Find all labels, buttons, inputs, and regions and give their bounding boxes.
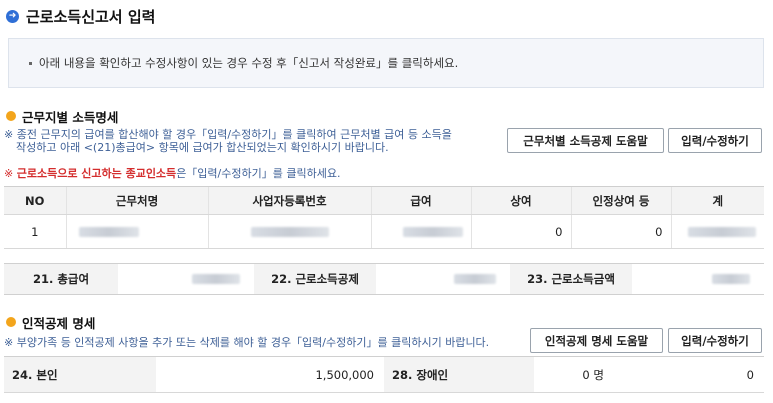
income-table: NO 근무처명 사업자등록번호 급여 상여 인정상여 등 계 1 0 0: [4, 186, 764, 249]
table-row: 24. 본인 1,500,000 28. 장애인 0 명 0: [4, 356, 764, 393]
arrow-right-icon: ➜: [6, 9, 19, 23]
cell-bonus: 0: [470, 214, 571, 249]
income-desc-line2: 작성하고 아래 <(21)총급여> 항목에 급여가 합산되었는지 확인하시기 바…: [16, 141, 389, 154]
section-title-text: 근무지별 소득명세: [22, 109, 119, 125]
col-header-bonus: 상여: [470, 186, 571, 215]
col-header-total: 계: [670, 186, 764, 215]
notice-box: 아래 내용을 확인하고 수정사항이 있는 경우 수정 후「신고서 작성완료」를 …: [8, 38, 764, 88]
redacted-gross-salary: [192, 274, 240, 284]
section-title-income: 근무지별 소득명세: [6, 108, 119, 125]
redacted-deduction: [454, 274, 496, 284]
disabled-count-unit: 명: [593, 367, 604, 382]
redacted-salary: [402, 227, 463, 237]
cell-workplace: [65, 214, 208, 249]
gross-salary-label: 21. 총급여: [4, 264, 118, 294]
cell-bizno: [207, 214, 371, 249]
redacted-income-amount: [712, 274, 750, 284]
redacted-workplace: [78, 227, 139, 237]
cell-total: [670, 214, 764, 249]
disabled-count: 0 명: [534, 356, 614, 393]
bullet-icon: [29, 61, 32, 65]
income-description: ※ 종전 근무지의 급여를 합산해야 할 경우「입력/수정하기」를 클릭하여 근…: [4, 128, 452, 154]
income-edit-button[interactable]: 입력/수정하기: [668, 128, 762, 153]
earned-income-deduction-label: 22. 근로소득공제: [254, 264, 376, 294]
page-title-row: ➜ 근로소득신고서 입력: [6, 6, 155, 26]
section-title-text: 인적공제 명세: [22, 315, 96, 331]
table-row: 1 0 0: [4, 214, 764, 249]
religious-income-highlight: 근로소득으로 신고하는 종교인소득: [16, 167, 177, 180]
cell-recognized-bonus: 0: [570, 214, 671, 249]
section-bullet-icon: [6, 317, 16, 327]
col-header-salary: 급여: [370, 186, 471, 215]
earned-income-amount-value: [632, 264, 764, 294]
gross-salary-value: [118, 264, 254, 294]
col-header-no: NO: [4, 186, 66, 215]
personal-help-button[interactable]: 인적공제 명세 도움말: [530, 328, 663, 353]
section-title-personal: 인적공제 명세: [6, 314, 96, 331]
totals-row: 21. 총급여 22. 근로소득공제 23. 근로소득금액: [4, 263, 764, 295]
personal-description: ※ 부양가족 등 인적공제 사항을 추가 또는 삭제를 해야 할 경우「입력/수…: [4, 336, 490, 349]
self-label: 24. 본인: [4, 356, 156, 393]
page-title: 근로소득신고서 입력: [26, 7, 156, 26]
col-header-bizno: 사업자등록번호: [207, 186, 371, 215]
cell-no: 1: [4, 214, 66, 249]
income-desc-line1: ※ 종전 근무지의 급여를 합산해야 할 경우「입력/수정하기」를 클릭하여 근…: [4, 128, 452, 141]
note-prefix: ※: [4, 167, 17, 180]
disabled-count-value: 0: [582, 367, 590, 382]
redacted-bizno: [250, 227, 329, 237]
cell-salary: [370, 214, 471, 249]
earned-income-amount-label: 23. 근로소득금액: [510, 264, 632, 294]
section-bullet-icon: [6, 111, 16, 121]
income-help-button[interactable]: 근무처별 소득공제 도움말: [507, 128, 664, 153]
redacted-total: [688, 227, 756, 237]
col-header-recognized-bonus: 인정상여 등: [570, 186, 671, 215]
income-table-header: NO 근무처명 사업자등록번호 급여 상여 인정상여 등 계: [4, 186, 764, 215]
col-header-workplace: 근무처명: [65, 186, 208, 215]
self-value: 1,500,000: [156, 356, 384, 393]
earned-income-deduction-value: [376, 264, 510, 294]
personal-edit-button[interactable]: 입력/수정하기: [668, 328, 762, 353]
disabled-amount: 0: [614, 356, 764, 393]
religious-income-note: ※ 근로소득으로 신고하는 종교인소득은「입력/수정하기」를 클릭하세요.: [4, 167, 340, 180]
personal-deduction-table: 24. 본인 1,500,000 28. 장애인 0 명 0: [4, 356, 764, 393]
notice-text: 아래 내용을 확인하고 수정사항이 있는 경우 수정 후「신고서 작성완료」를 …: [39, 56, 459, 70]
note-suffix: 은「입력/수정하기」를 클릭하세요.: [176, 167, 341, 180]
disabled-label: 28. 장애인: [384, 356, 534, 393]
